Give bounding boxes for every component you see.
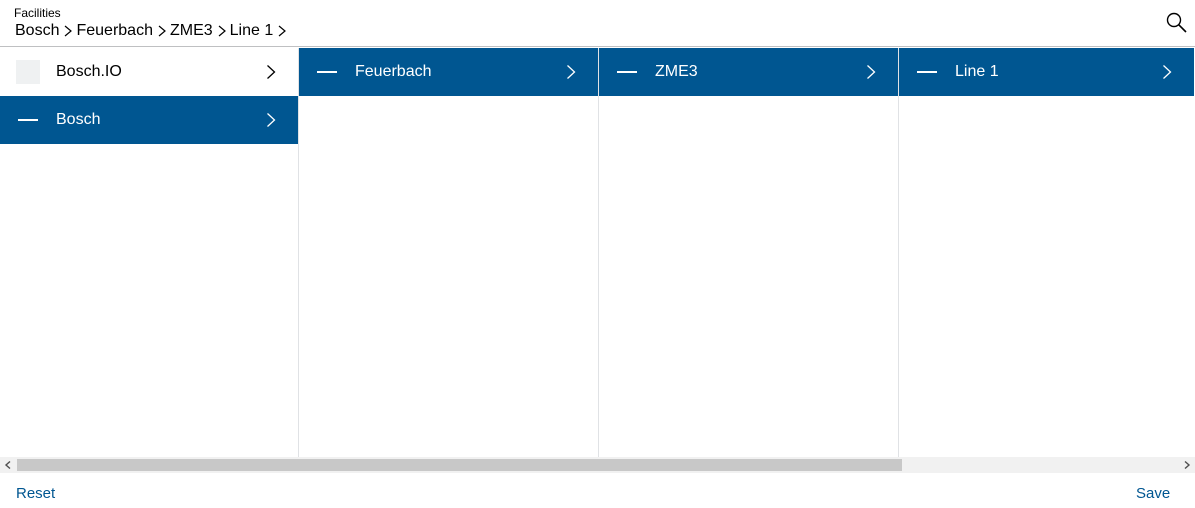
list-item-label: Feuerbach [355, 63, 432, 80]
breadcrumb-item-bosch[interactable]: Bosch [15, 22, 59, 40]
checkbox-icon[interactable] [16, 60, 40, 84]
chevron-right-icon [267, 65, 276, 79]
scrollbar-thumb[interactable] [17, 459, 902, 471]
indeterminate-icon[interactable] [18, 119, 38, 121]
breadcrumb-label: Feuerbach [76, 22, 153, 39]
miller-columns: Bosch.IO Bosch Feuerbach ZME3 Line 1 [0, 48, 1195, 457]
reset-button[interactable]: Reset [16, 485, 55, 502]
breadcrumb-label: ZME3 [169, 22, 213, 39]
chevron-right-icon [218, 25, 226, 37]
list-item-label: Line 1 [955, 63, 999, 80]
breadcrumb-label: Bosch [15, 22, 60, 39]
breadcrumb-item-line-1[interactable]: Line 1 [230, 22, 274, 40]
list-item-feuerbach[interactable]: Feuerbach [299, 48, 598, 96]
scroll-right-icon[interactable] [1183, 461, 1191, 469]
column-level-2: Feuerbach [299, 48, 599, 457]
list-item-label: Bosch.IO [56, 63, 122, 80]
chevron-right-icon [65, 25, 73, 37]
chevron-right-icon [278, 25, 287, 37]
chevron-right-icon [567, 65, 576, 79]
indeterminate-icon[interactable] [617, 71, 637, 73]
breadcrumb-item-feuerbach[interactable]: Feuerbach [76, 22, 153, 40]
list-item-bosch[interactable]: Bosch [0, 96, 298, 144]
list-item-line-1[interactable]: Line 1 [899, 48, 1194, 96]
chevron-right-icon [1163, 65, 1172, 79]
search-icon[interactable] [1164, 10, 1190, 36]
list-item-zme3[interactable]: ZME3 [599, 48, 898, 96]
list-item-bosch-io[interactable]: Bosch.IO [0, 48, 298, 96]
chevron-right-icon [867, 65, 876, 79]
indeterminate-icon[interactable] [317, 71, 337, 73]
column-level-1: Bosch.IO Bosch [0, 48, 299, 457]
save-button[interactable]: Save [1136, 485, 1170, 502]
chevron-right-icon [267, 113, 276, 127]
panel-title: Facilities [14, 6, 61, 20]
header: Facilities Bosch Feuerbach ZME3 Line 1 [0, 0, 1195, 47]
scroll-left-icon[interactable] [4, 461, 12, 469]
column-level-4: Line 1 [899, 48, 1194, 457]
list-item-label: Bosch [56, 111, 101, 128]
footer: Reset Save [0, 474, 1195, 508]
breadcrumb-item-zme3[interactable]: ZME3 [170, 22, 213, 40]
chevron-right-icon [158, 25, 166, 37]
breadcrumb: Bosch Feuerbach ZME3 Line 1 [15, 22, 290, 40]
indeterminate-icon[interactable] [917, 71, 937, 73]
horizontal-scrollbar[interactable] [0, 457, 1195, 473]
breadcrumb-label: Line 1 [229, 22, 274, 39]
column-level-3: ZME3 [599, 48, 899, 457]
list-item-label: ZME3 [655, 63, 698, 80]
